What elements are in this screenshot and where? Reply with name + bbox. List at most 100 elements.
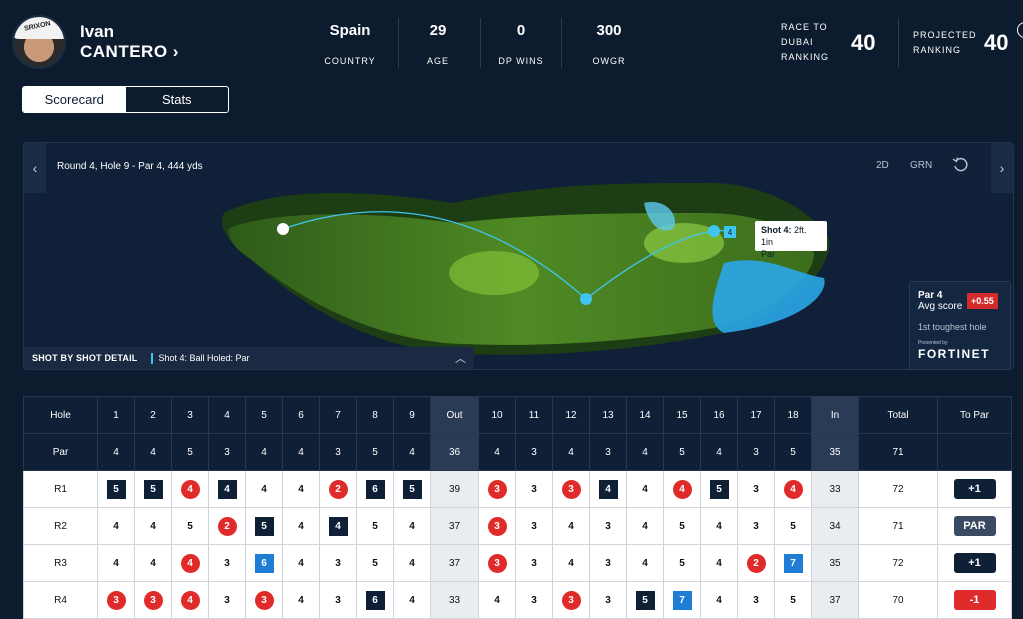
header-row: Hole 1 2 3 4 5 6 7 8 9 Out 10 11 12 13 14 15 16 17 18 In Tota… (23, 396, 1012, 434)
score-cell: 3 (589, 507, 627, 545)
score-cell: 4 (282, 507, 320, 545)
par-row-cell: 3 (515, 433, 553, 471)
chevron-up-icon[interactable]: ︿ (455, 350, 466, 366)
header-row-cell: In (811, 396, 859, 434)
score-cell: 4 (97, 507, 135, 545)
header-row-cell: Hole (23, 396, 98, 434)
score-cell: 4 (552, 544, 590, 582)
divider (561, 18, 562, 68)
score: 4 (568, 520, 574, 532)
score-cell: 4 (208, 470, 246, 508)
stat-age: 29 AGE (426, 22, 449, 66)
stat-dp-wins: 0 DP WINS (498, 22, 544, 66)
score-cell: 5 (356, 544, 394, 582)
par-row-cell: 35 (811, 433, 859, 471)
sponsor-logo: FORTINET (918, 347, 990, 361)
header-row-cell: 15 (663, 396, 701, 434)
player-name[interactable]: Ivan CANTERO › (80, 22, 179, 62)
score: 4 (409, 557, 415, 569)
shot-detail-value: Shot 4: Ball Holed: Par (158, 353, 250, 363)
stat-owgr: 300 OWGR (592, 22, 626, 66)
score-cell: 3 (478, 544, 516, 582)
score: 7 (783, 553, 803, 573)
avatar: SRIXON (12, 15, 66, 69)
round-label: R4 (23, 581, 98, 619)
par-row-cell: 5 (171, 433, 209, 471)
score-cell: 3 (319, 544, 357, 582)
header-row-cell: 17 (737, 396, 775, 434)
to-par-cell: PAR (937, 507, 1012, 545)
score: 4 (180, 553, 200, 573)
score: 5 (254, 516, 274, 536)
score: 3 (531, 483, 537, 495)
score-cell: 4 (171, 581, 209, 619)
score-cell: 5 (393, 470, 431, 508)
projected-ranking-label: PROJECTED RANKING (913, 30, 977, 55)
score: 4 (298, 594, 304, 606)
score-cell: 5 (663, 507, 701, 545)
stat-country: Spain COUNTRY (324, 22, 376, 66)
chevron-right-icon[interactable]: › (173, 42, 179, 61)
score: 3 (335, 594, 341, 606)
in-total: 34 (811, 507, 859, 545)
score-cell: 4 (134, 544, 172, 582)
score-cell: 3 (589, 581, 627, 619)
info-icon[interactable] (1017, 22, 1023, 38)
score: 5 (187, 520, 193, 532)
score: 4 (642, 557, 648, 569)
par-row-cell: 4 (134, 433, 172, 471)
score: 3 (487, 553, 507, 573)
score: 5 (372, 557, 378, 569)
score: 3 (224, 594, 230, 606)
header-row-cell: 11 (515, 396, 553, 434)
score: 4 (642, 520, 648, 532)
score-cell: 3 (552, 470, 590, 508)
score-cell: 5 (663, 544, 701, 582)
round-row: R4 3 3 4 3 3 4 3 6 4 33 4 3 3 3 5 7 4 3 5 37 70 -1 (23, 581, 1012, 619)
score-cell: 4 (393, 544, 431, 582)
score-cell: 3 (208, 581, 246, 619)
score-cell: 2 (737, 544, 775, 582)
tab-stats[interactable]: Stats (126, 87, 229, 112)
score: 3 (561, 590, 581, 610)
out-total: 37 (430, 507, 479, 545)
shot-detail-bar[interactable]: SHOT BY SHOT DETAIL Shot 4: Ball Holed: … (24, 347, 474, 369)
score-cell: 3 (208, 544, 246, 582)
score-cell: 3 (478, 507, 516, 545)
par-row-cell: 4 (282, 433, 320, 471)
header-row-cell: 3 (171, 396, 209, 434)
header-row-cell: 10 (478, 396, 516, 434)
header-row-cell: 13 (589, 396, 627, 434)
score-cell: 4 (478, 581, 516, 619)
score: 4 (150, 557, 156, 569)
score: 3 (143, 590, 163, 610)
score: 4 (217, 479, 237, 499)
race-to-dubai-value: 40 (851, 30, 876, 55)
par-row-cell: 36 (430, 433, 479, 471)
score: 2 (328, 479, 348, 499)
score-cell: 3 (515, 544, 553, 582)
to-par-badge: +1 (953, 479, 996, 499)
score-cell: 3 (589, 544, 627, 582)
score-cell: 3 (97, 581, 135, 619)
par-row-cell: 5 (356, 433, 394, 471)
shot-marker (708, 225, 720, 237)
round-row: R2 4 4 5 2 5 4 4 5 4 37 3 3 4 3 4 5 4 3 5 34 71 PAR (23, 507, 1012, 545)
score: 3 (487, 516, 507, 536)
score: 4 (598, 479, 618, 499)
divider (480, 18, 481, 68)
score: 4 (150, 520, 156, 532)
score: 4 (716, 594, 722, 606)
score: 4 (409, 520, 415, 532)
score: 4 (409, 594, 415, 606)
tab-scorecard[interactable]: Scorecard (23, 87, 126, 112)
score-cell: 3 (552, 581, 590, 619)
score: 3 (605, 557, 611, 569)
round-total: 71 (858, 507, 938, 545)
to-par-cell: -1 (937, 581, 1012, 619)
score-cell: 3 (134, 581, 172, 619)
score: 4 (113, 557, 119, 569)
score-cell: 5 (626, 581, 664, 619)
score: 4 (298, 520, 304, 532)
score-cell: 5 (700, 470, 738, 508)
